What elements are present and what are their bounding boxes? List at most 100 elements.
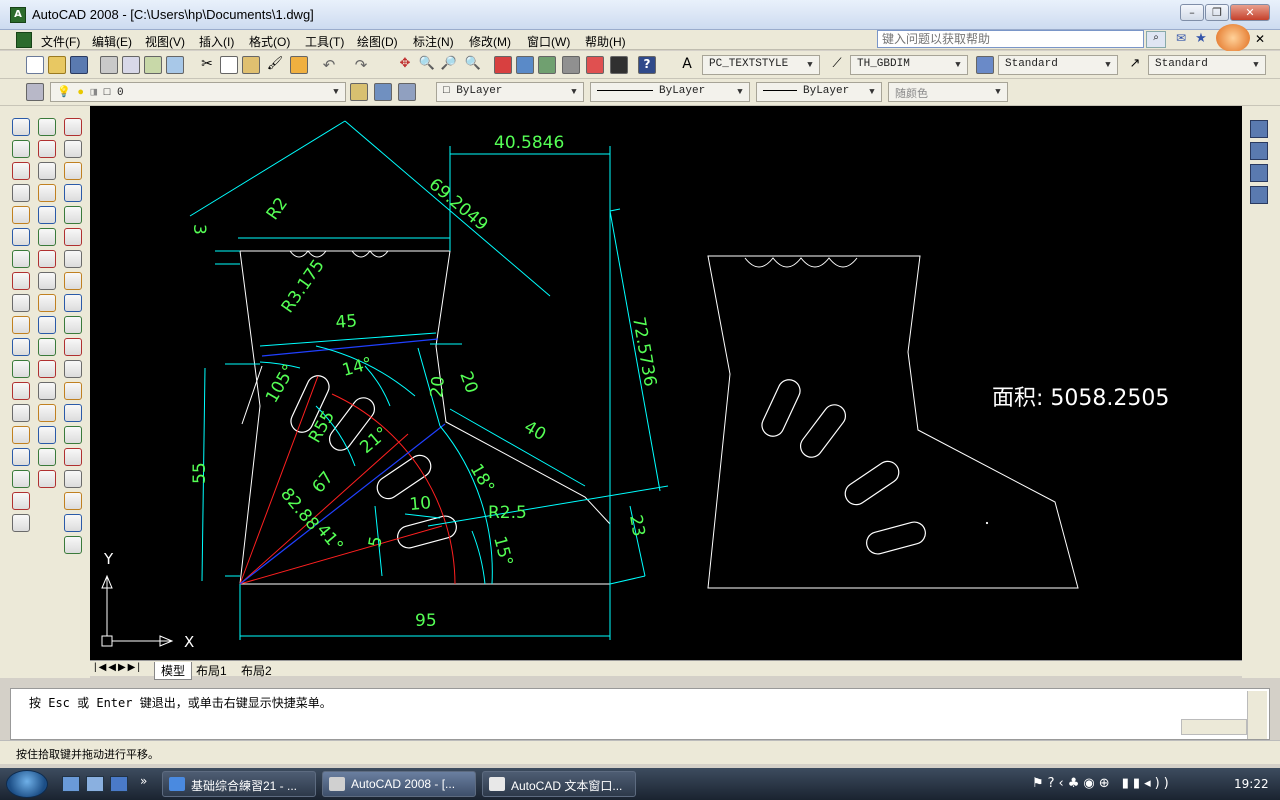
construction-line-icon[interactable] bbox=[12, 140, 30, 158]
draworder-back-icon[interactable] bbox=[1250, 142, 1268, 160]
draworder-under-icon[interactable] bbox=[1250, 186, 1268, 204]
calculator-icon[interactable] bbox=[610, 56, 628, 74]
help-icon[interactable]: ? bbox=[638, 56, 656, 74]
multileader-style-combo[interactable]: Standard ▼ bbox=[1148, 55, 1266, 75]
menu-window[interactable]: 窗口(W) bbox=[524, 32, 573, 51]
start-button[interactable] bbox=[6, 770, 48, 798]
menu-help[interactable]: 帮助(H) bbox=[582, 32, 629, 51]
tab-model[interactable]: 模型 bbox=[154, 662, 193, 680]
block-editor-icon[interactable] bbox=[290, 56, 308, 74]
close-button[interactable]: ✕ bbox=[1230, 4, 1270, 21]
menu-dimension[interactable]: 标注(N) bbox=[410, 32, 457, 51]
layer-combo[interactable]: 💡 ● ◨ □ 0 ▼ bbox=[50, 82, 346, 102]
zoom-window-icon[interactable]: 🔎 bbox=[440, 56, 458, 74]
match-properties-icon[interactable]: 🖌 bbox=[266, 56, 284, 74]
command-scrollbar[interactable] bbox=[1247, 691, 1267, 739]
hatch-icon[interactable] bbox=[12, 426, 30, 444]
erase-icon[interactable] bbox=[38, 118, 56, 136]
text-style-combo[interactable]: PC_TEXTSTYLE ▼ bbox=[702, 55, 820, 75]
continue-dim-icon[interactable] bbox=[64, 338, 82, 356]
tolerance-icon[interactable] bbox=[64, 404, 82, 422]
spline-icon[interactable] bbox=[12, 294, 30, 312]
quick-dim-icon[interactable] bbox=[64, 294, 82, 312]
menu-file[interactable]: 文件(F) bbox=[38, 32, 83, 51]
array-icon[interactable] bbox=[38, 206, 56, 224]
explode-icon[interactable] bbox=[38, 470, 56, 488]
plot-icon[interactable] bbox=[100, 56, 118, 74]
copy-icon[interactable] bbox=[220, 56, 238, 74]
paste-icon[interactable] bbox=[242, 56, 260, 74]
multileader-style-icon[interactable]: ↗ bbox=[1126, 56, 1144, 74]
dim-space-icon[interactable] bbox=[64, 360, 82, 378]
menu-insert[interactable]: 插入(I) bbox=[196, 32, 237, 51]
tab-layout2[interactable]: 布局2 bbox=[241, 662, 272, 679]
dim-text-edit-icon[interactable] bbox=[64, 514, 82, 532]
layer-previous-icon[interactable] bbox=[374, 83, 392, 101]
dim-update-icon[interactable] bbox=[64, 536, 82, 554]
autocad-icon[interactable]: A bbox=[10, 7, 26, 23]
favorites-star-icon[interactable]: ★ bbox=[1192, 31, 1210, 48]
pan-realtime-icon[interactable]: ✥ bbox=[396, 56, 414, 74]
new-icon[interactable] bbox=[26, 56, 44, 74]
dim-style-combo[interactable]: TH_GBDIM ▼ bbox=[850, 55, 968, 75]
mirror-icon[interactable] bbox=[38, 162, 56, 180]
plotstyle-combo[interactable]: 随颜色 ▼ bbox=[888, 82, 1008, 102]
line-icon[interactable] bbox=[12, 118, 30, 136]
dim-break-icon[interactable] bbox=[64, 382, 82, 400]
layer-states-icon[interactable] bbox=[398, 83, 416, 101]
draworder-front-icon[interactable] bbox=[1250, 120, 1268, 138]
title-bar[interactable]: A AutoCAD 2008 - [C:\Users\hp\Documents\… bbox=[0, 0, 1280, 30]
make-layer-current-icon[interactable] bbox=[350, 83, 368, 101]
infocenter-orb-icon[interactable] bbox=[1216, 24, 1250, 52]
dim-edit-icon[interactable] bbox=[64, 492, 82, 510]
tab-layout1[interactable]: 布局1 bbox=[196, 662, 227, 679]
properties-icon[interactable] bbox=[494, 56, 512, 74]
tool-palettes-icon[interactable] bbox=[538, 56, 556, 74]
stretch-icon[interactable] bbox=[38, 294, 56, 312]
3d-dwf-icon[interactable] bbox=[166, 56, 184, 74]
redo-icon[interactable]: ↷ bbox=[352, 56, 370, 74]
color-combo[interactable]: □ ByLayer ▼ bbox=[436, 82, 584, 102]
taskbar-item-text-window[interactable]: AutoCAD 文本窗口... bbox=[482, 771, 636, 797]
command-hscroll[interactable] bbox=[1181, 719, 1247, 735]
table-style-combo[interactable]: Standard ▼ bbox=[998, 55, 1118, 75]
multiline-text-icon[interactable] bbox=[12, 514, 30, 532]
jogged-dim-icon[interactable] bbox=[64, 228, 82, 246]
aligned-dim-icon[interactable] bbox=[64, 140, 82, 158]
save-icon[interactable] bbox=[70, 56, 88, 74]
undo-icon[interactable]: ↶ bbox=[320, 56, 338, 74]
quicklaunch-icon[interactable] bbox=[110, 776, 128, 792]
linear-dim-icon[interactable] bbox=[64, 118, 82, 136]
trim-icon[interactable] bbox=[38, 316, 56, 334]
lineweight-combo[interactable]: ByLayer ▼ bbox=[756, 82, 882, 102]
angular-dim-icon[interactable] bbox=[64, 272, 82, 290]
polyline-icon[interactable] bbox=[12, 162, 30, 180]
zoom-realtime-icon[interactable]: 🔍 bbox=[418, 56, 436, 74]
break-icon[interactable] bbox=[38, 382, 56, 400]
open-icon[interactable] bbox=[48, 56, 66, 74]
scale-icon[interactable] bbox=[38, 272, 56, 290]
ellipse-icon[interactable] bbox=[12, 316, 30, 334]
extend-icon[interactable] bbox=[38, 338, 56, 356]
make-block-icon[interactable] bbox=[12, 382, 30, 400]
markup-icon[interactable] bbox=[586, 56, 604, 74]
menu-edit[interactable]: 编辑(E) bbox=[89, 32, 135, 51]
restore-button[interactable]: ❐ bbox=[1205, 4, 1229, 21]
dim-style-icon[interactable]: ⟋ bbox=[828, 56, 846, 74]
plot-preview-icon[interactable] bbox=[122, 56, 140, 74]
design-center-icon[interactable] bbox=[516, 56, 534, 74]
menu-tools[interactable]: 工具(T) bbox=[302, 32, 347, 51]
search-icon[interactable]: ⌕ bbox=[1146, 31, 1166, 48]
ordinate-dim-icon[interactable] bbox=[64, 184, 82, 202]
table-style-icon[interactable] bbox=[976, 56, 994, 74]
insert-block-icon[interactable] bbox=[12, 360, 30, 378]
draworder-above-icon[interactable] bbox=[1250, 164, 1268, 182]
move-icon[interactable] bbox=[38, 228, 56, 246]
minimize-button[interactable]: – bbox=[1180, 4, 1204, 21]
circle-icon[interactable] bbox=[12, 250, 30, 268]
center-mark-icon[interactable] bbox=[64, 426, 82, 444]
system-tray-icons[interactable]: ⚑?‹♣◉⊕ ▮▮◂)) bbox=[1032, 776, 1173, 791]
baseline-dim-icon[interactable] bbox=[64, 316, 82, 334]
copy-icon[interactable] bbox=[38, 140, 56, 158]
communication-icon[interactable]: ✉ bbox=[1172, 31, 1190, 48]
